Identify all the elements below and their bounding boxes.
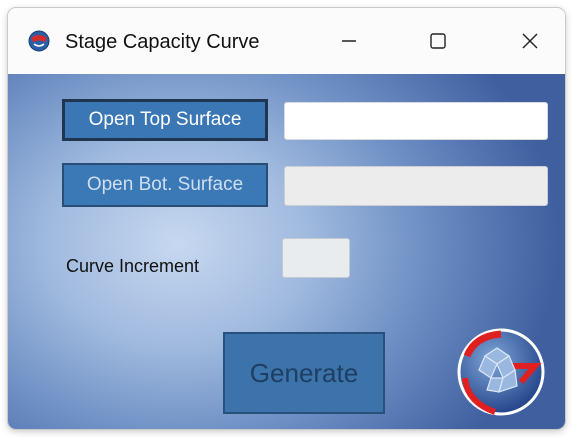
company-logo-icon [455, 326, 547, 418]
top-surface-path-field[interactable] [284, 102, 548, 140]
bot-surface-path-field[interactable] [284, 166, 548, 206]
app-globe-icon[interactable] [28, 30, 50, 52]
app-window: Stage Capacity Curve Open Top Surface Op… [8, 8, 565, 429]
minimize-icon [340, 32, 358, 50]
maximize-icon [429, 32, 447, 50]
minimize-button[interactable] [314, 8, 384, 74]
generate-button[interactable]: Generate [223, 332, 385, 414]
close-button[interactable] [495, 8, 565, 74]
open-bot-surface-button[interactable]: Open Bot. Surface [62, 163, 268, 207]
curve-increment-field[interactable] [282, 238, 350, 278]
window-title: Stage Capacity Curve [65, 31, 260, 53]
curve-increment-label: Curve Increment [66, 256, 200, 276]
title-bar[interactable]: Stage Capacity Curve [8, 8, 565, 74]
maximize-button[interactable] [403, 8, 473, 74]
open-top-surface-button[interactable]: Open Top Surface [62, 99, 268, 141]
close-icon [521, 32, 539, 50]
client-area: Open Top Surface Open Bot. Surface Curve… [8, 74, 565, 429]
